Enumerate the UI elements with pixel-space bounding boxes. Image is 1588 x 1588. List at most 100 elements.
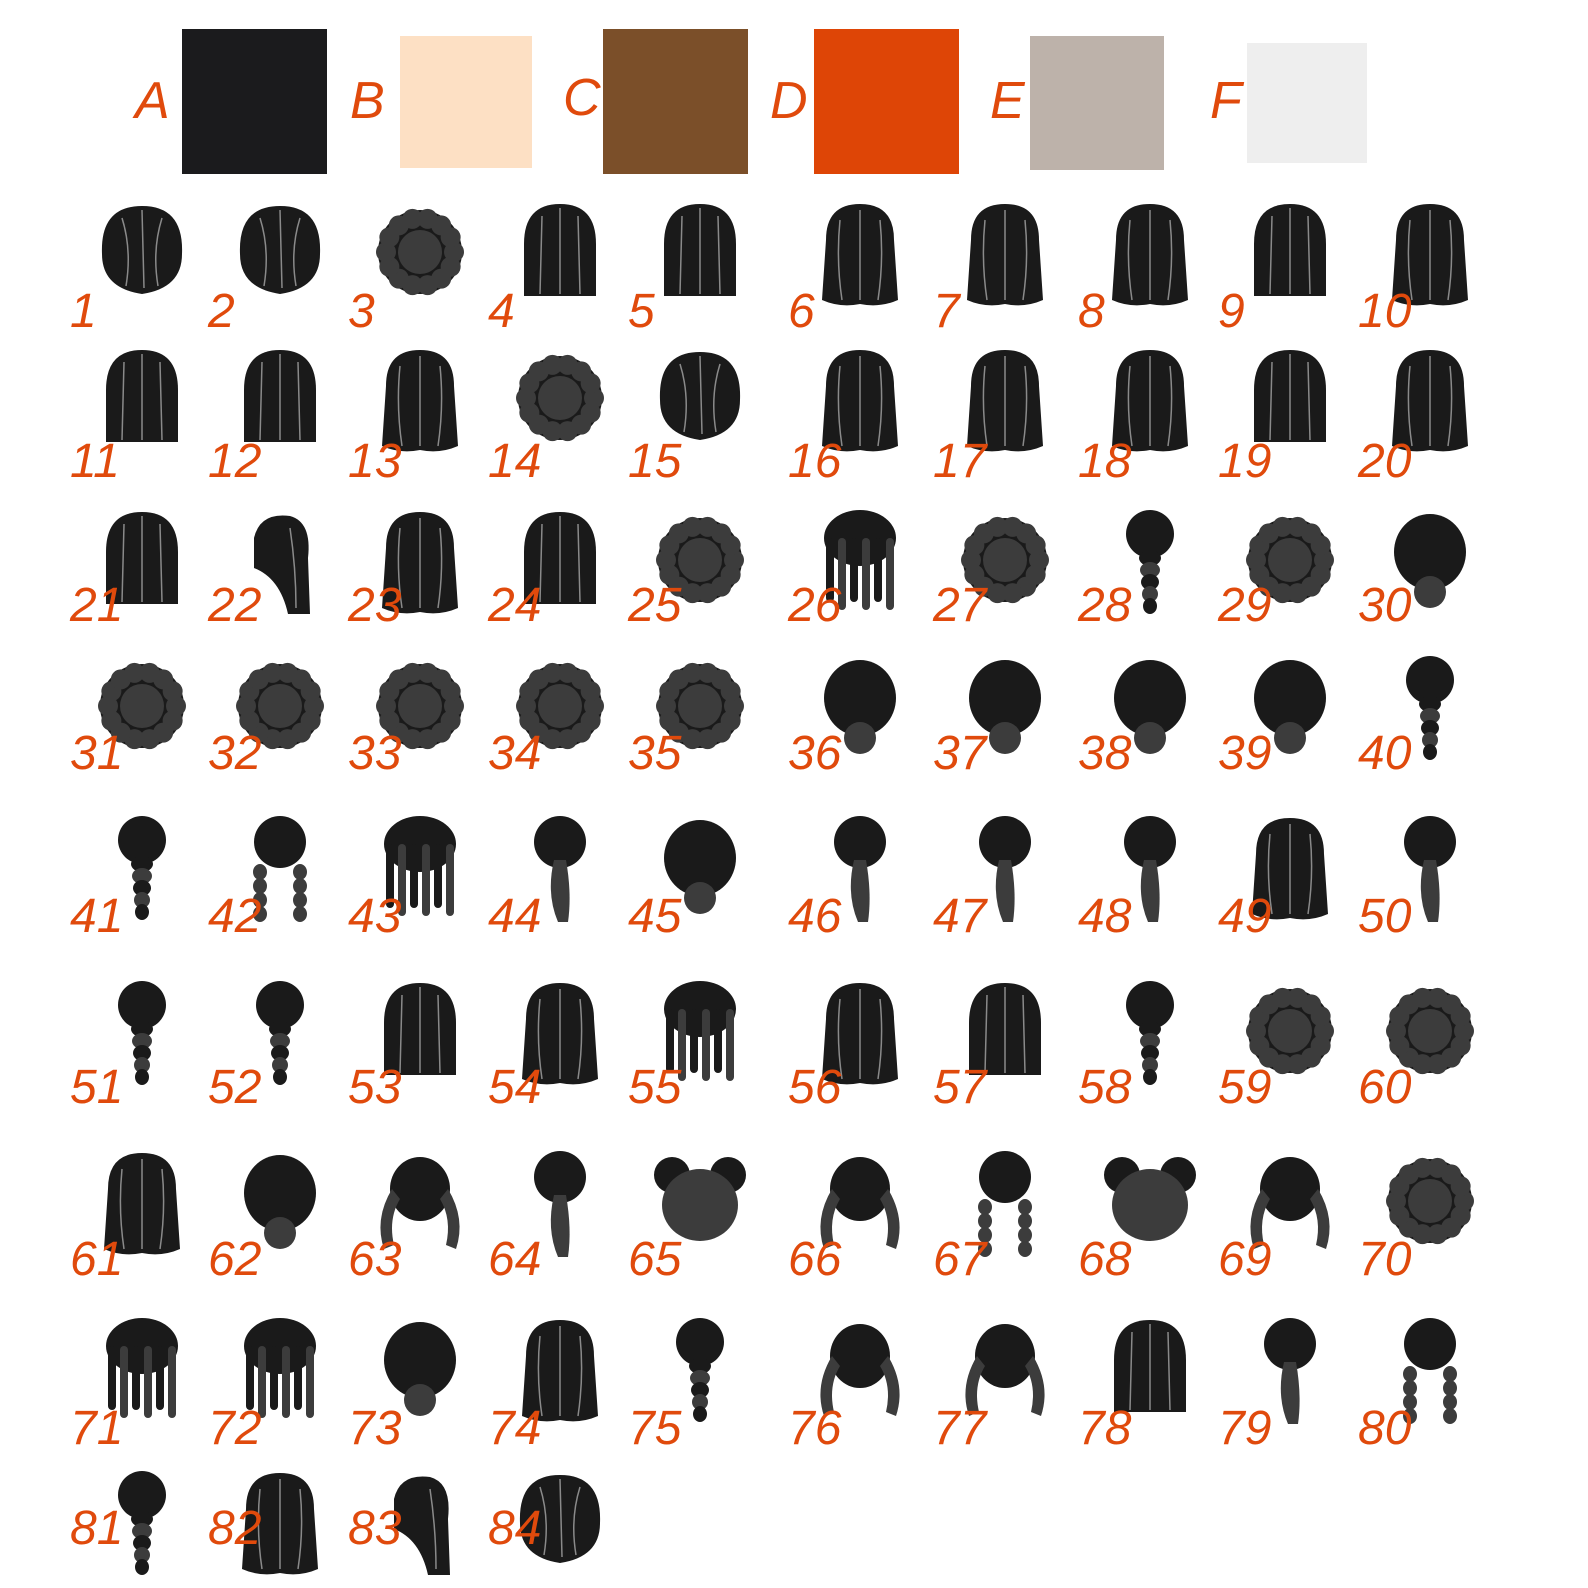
hairstyle-number: 43 bbox=[348, 890, 402, 943]
hairstyle-number: 29 bbox=[1218, 579, 1272, 632]
hairstyle-number: 13 bbox=[348, 435, 402, 488]
hairstyle-number: 67 bbox=[933, 1233, 987, 1286]
wavy-hair-icon[interactable] bbox=[810, 196, 910, 314]
hairstyle-number: 28 bbox=[1078, 579, 1132, 632]
hairstyle-number: 8 bbox=[1078, 285, 1105, 338]
hairstyle-number: 37 bbox=[933, 727, 987, 780]
color-swatch-d[interactable] bbox=[814, 29, 959, 174]
swatch-label-b: B bbox=[350, 72, 385, 130]
hairstyle-number: 15 bbox=[628, 435, 682, 488]
hairstyle-number: 11 bbox=[70, 435, 120, 488]
half-up-hair-icon[interactable] bbox=[1100, 196, 1200, 314]
hairstyle-number: 54 bbox=[488, 1061, 542, 1114]
hairstyle-number: 34 bbox=[488, 727, 542, 780]
color-swatch-a[interactable] bbox=[182, 29, 327, 174]
swatch-label-d: D bbox=[770, 72, 808, 130]
hairstyle-number: 19 bbox=[1218, 435, 1272, 488]
hairstyle-number: 70 bbox=[1358, 1233, 1412, 1286]
hairstyle-number: 22 bbox=[208, 579, 262, 632]
color-swatch-f[interactable] bbox=[1247, 43, 1367, 163]
hairstyle-number: 64 bbox=[488, 1233, 542, 1286]
swatch-label-e: E bbox=[990, 72, 1025, 130]
hairstyle-number: 50 bbox=[1358, 890, 1412, 943]
hairstyle-number: 81 bbox=[70, 1502, 124, 1555]
hairstyle-number: 3 bbox=[348, 285, 375, 338]
hairstyle-number: 68 bbox=[1078, 1233, 1132, 1286]
hairstyle-number: 35 bbox=[628, 727, 682, 780]
hairstyle-number: 5 bbox=[628, 285, 655, 338]
hairstyle-number: 26 bbox=[788, 579, 842, 632]
hairstyle-number: 25 bbox=[628, 579, 682, 632]
hairstyle-number: 7 bbox=[933, 285, 960, 338]
hairstyle-number: 39 bbox=[1218, 727, 1272, 780]
hairstyle-number: 18 bbox=[1078, 435, 1132, 488]
hairstyle-number: 21 bbox=[70, 579, 124, 632]
hairstyle-number: 12 bbox=[208, 435, 262, 488]
hairstyle-number: 74 bbox=[488, 1402, 542, 1455]
hairstyle-number: 27 bbox=[933, 579, 987, 632]
hairstyle-number: 23 bbox=[348, 579, 402, 632]
hairstyle-number: 32 bbox=[208, 727, 262, 780]
hairstyle-number: 31 bbox=[70, 727, 124, 780]
hairstyle-number: 20 bbox=[1358, 435, 1412, 488]
hairstyle-number: 40 bbox=[1358, 727, 1412, 780]
hairstyle-number: 38 bbox=[1078, 727, 1132, 780]
hairstyle-number: 60 bbox=[1358, 1061, 1412, 1114]
hairstyle-number: 82 bbox=[208, 1502, 262, 1555]
bob-hair-icon[interactable] bbox=[650, 196, 750, 314]
swatch-label-a: A bbox=[135, 72, 170, 130]
hairstyle-number: 30 bbox=[1358, 579, 1412, 632]
color-swatch-c[interactable] bbox=[603, 29, 748, 174]
hairstyle-number: 24 bbox=[488, 579, 542, 632]
hairstyle-number: 80 bbox=[1358, 1402, 1412, 1455]
hairstyle-number: 78 bbox=[1078, 1402, 1132, 1455]
hairstyle-number: 44 bbox=[488, 890, 542, 943]
hairstyle-number: 69 bbox=[1218, 1233, 1272, 1286]
hairstyle-number: 6 bbox=[788, 285, 815, 338]
short-hair-icon[interactable] bbox=[230, 196, 330, 314]
short-hair-icon[interactable] bbox=[92, 196, 192, 314]
hairstyle-number: 53 bbox=[348, 1061, 402, 1114]
hairstyle-number: 14 bbox=[488, 435, 542, 488]
swatch-label-c: C bbox=[563, 69, 601, 127]
hairstyle-number: 56 bbox=[788, 1061, 842, 1114]
hairstyle-number: 62 bbox=[208, 1233, 262, 1286]
curly-hair-icon[interactable] bbox=[370, 196, 470, 314]
hairstyle-number: 41 bbox=[70, 890, 124, 943]
hairstyle-number: 17 bbox=[933, 435, 987, 488]
hairstyle-number: 63 bbox=[348, 1233, 402, 1286]
hairstyle-number: 75 bbox=[628, 1402, 682, 1455]
hairstyle-number: 16 bbox=[788, 435, 842, 488]
hairstyle-number: 2 bbox=[208, 285, 235, 338]
hairstyle-number: 57 bbox=[933, 1061, 987, 1114]
hairstyle-number: 55 bbox=[628, 1061, 682, 1114]
hairstyle-number: 79 bbox=[1218, 1402, 1272, 1455]
hairstyle-number: 61 bbox=[70, 1233, 124, 1286]
hairstyle-number: 51 bbox=[70, 1061, 124, 1114]
hairstyle-number: 48 bbox=[1078, 890, 1132, 943]
hairstyle-number: 59 bbox=[1218, 1061, 1272, 1114]
color-swatch-e[interactable] bbox=[1030, 36, 1164, 170]
straight-hair-icon[interactable] bbox=[1240, 196, 1340, 314]
hairstyle-number: 58 bbox=[1078, 1061, 1132, 1114]
hairstyle-number: 9 bbox=[1218, 285, 1245, 338]
hairstyle-number: 36 bbox=[788, 727, 842, 780]
hairstyle-number: 71 bbox=[70, 1402, 124, 1455]
hairstyle-number: 10 bbox=[1358, 285, 1412, 338]
hairstyle-number: 65 bbox=[628, 1233, 682, 1286]
wavy-hair-icon[interactable] bbox=[955, 196, 1055, 314]
hairstyle-number: 46 bbox=[788, 890, 842, 943]
hairstyle-number: 83 bbox=[348, 1502, 402, 1555]
swatch-label-f: F bbox=[1210, 72, 1242, 130]
hairstyle-number: 4 bbox=[488, 285, 515, 338]
hairstyle-number: 73 bbox=[348, 1402, 402, 1455]
hairstyle-number: 77 bbox=[933, 1402, 987, 1455]
hairstyle-number: 72 bbox=[208, 1402, 262, 1455]
hairstyle-number: 42 bbox=[208, 890, 262, 943]
bob-hair-icon[interactable] bbox=[510, 196, 610, 314]
color-swatch-b[interactable] bbox=[400, 36, 532, 168]
hairstyle-number: 47 bbox=[933, 890, 987, 943]
hairstyle-number: 1 bbox=[70, 285, 97, 338]
hairstyle-number: 84 bbox=[488, 1502, 542, 1555]
hairstyle-number: 45 bbox=[628, 890, 682, 943]
